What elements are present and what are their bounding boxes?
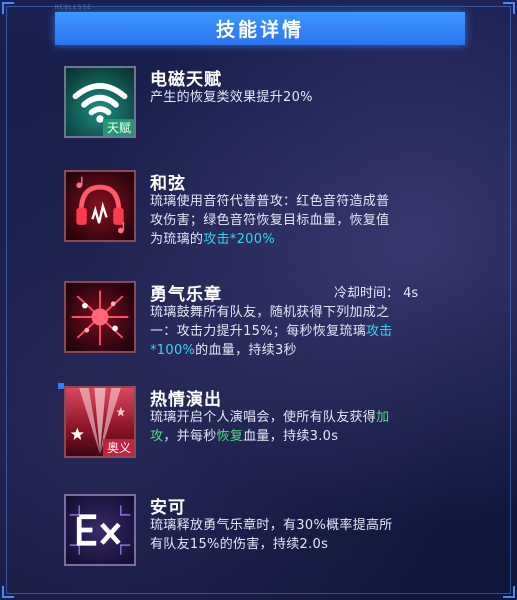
skill-name: 电磁天赋 <box>150 70 222 90</box>
desc-line: 琉璃释放勇气乐章时，有30%概率提高所 <box>150 518 393 533</box>
desc-line: 为琉璃的 <box>150 232 204 247</box>
music-burst-icon <box>64 281 136 353</box>
desc-highlight: 攻击 <box>366 324 393 339</box>
desc-line: 产生的恢复类效果提升20% <box>150 90 313 105</box>
ultimate-tag: 奥义 <box>102 439 134 456</box>
desc-line: 一：攻击力提升15%；每秒恢复琉璃 <box>150 324 366 339</box>
skill-description: 琉璃开启个人演唱会，使所有队友获得加 攻，并每秒恢复血量，持续3.0s <box>150 408 475 446</box>
desc-line: 血量，持续3.0s <box>243 429 339 444</box>
page-title: 技能详情 <box>215 19 304 41</box>
wifi-signal-icon: 天赋 <box>64 66 136 138</box>
desc-line: 攻伤害；绿色音符恢复目标血量，恢复值 <box>150 213 390 228</box>
talent-tag: 天赋 <box>102 119 134 136</box>
skill-name: 和弦 <box>150 174 186 194</box>
desc-line: 琉璃开启个人演唱会，使所有队友获得 <box>150 410 377 425</box>
desc-highlight: 加 <box>376 410 390 425</box>
desc-line: 琉璃鼓舞所有队友，随机获得下列加成之 <box>150 305 390 320</box>
skill-name: 热情演出 <box>150 390 222 410</box>
skill-description: 琉璃鼓舞所有队友，随机获得下列加成之 一：攻击力提升15%；每秒恢复琉璃攻击 *… <box>150 303 475 360</box>
frame-corner <box>503 586 515 598</box>
skill-name: 安可 <box>150 498 186 518</box>
desc-highlight: 攻击*200% <box>203 232 275 247</box>
desc-highlight: 攻 <box>150 429 164 444</box>
desc-line: 有队友15%的伤害，持续2.0s <box>150 537 329 552</box>
desc-highlight: *100% <box>150 343 196 358</box>
cooldown-label: 冷却时间： 4s <box>334 286 419 301</box>
skill-name: 勇气乐章 <box>150 285 222 305</box>
skill-description: 琉璃使用音符代替普攻：红色音符造成普 攻伤害；绿色音符恢复目标血量，恢复值 为琉… <box>150 192 475 249</box>
desc-highlight: 恢复 <box>216 429 244 444</box>
frame-corner <box>2 2 14 14</box>
headphones-notes-icon <box>64 170 136 242</box>
stage-spotlight-icon: 奥义 <box>64 386 136 458</box>
header-code: HCOLLSSE <box>55 4 92 11</box>
desc-line: 琉璃使用音符代替普攻：红色音符造成普 <box>150 194 390 209</box>
desc-line: ，并每秒 <box>163 429 217 444</box>
frame-corner <box>503 2 515 14</box>
ex-letters-icon <box>64 494 136 566</box>
frame-corner <box>2 586 14 598</box>
skill-detail-panel: HCOLLSSE 技能详情 天赋 电磁天赋 产生的恢复类效果提升20% 和弦 琉… <box>0 0 517 600</box>
skill-description: 产生的恢复类效果提升20% <box>150 88 475 107</box>
desc-line: 的血量，持续3秒 <box>195 343 297 358</box>
skill-description: 琉璃释放勇气乐章时，有30%概率提高所 有队友15%的伤害，持续2.0s <box>150 516 475 554</box>
header-bar: 技能详情 <box>55 12 465 45</box>
